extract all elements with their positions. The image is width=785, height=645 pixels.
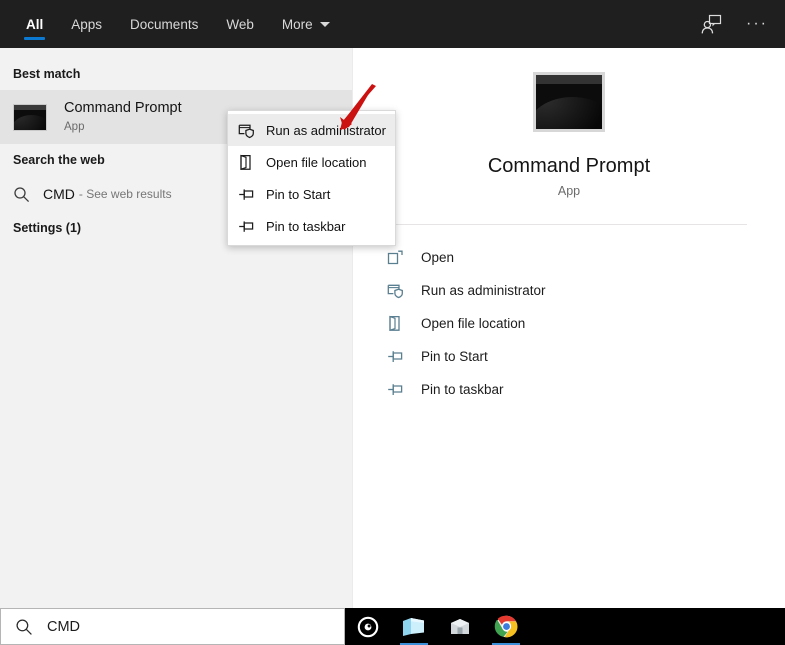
shield-window-icon (238, 122, 266, 139)
action-pin-to-taskbar[interactable]: Pin to taskbar (387, 373, 785, 406)
web-result-suffix: - See web results (78, 187, 172, 201)
ellipsis-icon: ··· (746, 15, 768, 32)
cortana-circle-icon (357, 616, 379, 637)
best-match-header: Best match (13, 67, 81, 81)
tab-more[interactable]: More (268, 0, 344, 48)
command-prompt-icon-large (533, 72, 605, 132)
pin-icon (238, 186, 266, 203)
action-run-as-administrator[interactable]: Run as administrator (387, 274, 785, 307)
action-pin-to-taskbar-label: Pin to taskbar (421, 382, 504, 397)
pin-icon (387, 348, 421, 365)
tab-web-label: Web (226, 16, 254, 32)
app-preview: Command Prompt App (353, 48, 785, 198)
folder-location-icon (387, 315, 421, 332)
action-pin-to-start[interactable]: Pin to Start (387, 340, 785, 373)
microsoft-store-icon (451, 618, 469, 634)
context-menu-item-pin-to-taskbar[interactable]: Pin to taskbar (228, 210, 395, 242)
tab-all-label: All (26, 16, 44, 32)
navbar-right-actions: ··· (697, 10, 785, 38)
taskbar-search-value: CMD (47, 618, 81, 635)
taskbar-search-box[interactable]: CMD (0, 608, 345, 645)
taskbar-button-store[interactable] (437, 608, 483, 645)
taskbar: CMD (0, 608, 785, 645)
person-feedback-icon (701, 14, 721, 33)
tab-documents[interactable]: Documents (116, 0, 212, 48)
search-icon (13, 186, 43, 203)
action-open-file-location[interactable]: Open file location (387, 307, 785, 340)
tab-apps-label: Apps (71, 16, 103, 32)
context-menu-item-pin-to-start-label: Pin to Start (266, 186, 331, 202)
taskbar-button-cortana[interactable] (345, 608, 391, 645)
taskbar-buttons (345, 608, 529, 645)
context-menu-item-pin-to-start[interactable]: Pin to Start (228, 178, 395, 210)
result-item-subtitle: App (64, 121, 85, 133)
more-options-button[interactable]: ··· (743, 10, 771, 38)
action-open-file-location-label: Open file location (421, 316, 526, 331)
app-action-list: Open Run as administrator Open file loca… (353, 225, 785, 406)
context-menu-item-pin-to-taskbar-label: Pin to taskbar (266, 218, 346, 234)
folder-location-icon (238, 154, 266, 171)
app-detail-right-pane: Command Prompt App Open Run as administr… (352, 48, 785, 608)
shield-window-icon (387, 282, 421, 299)
search-filter-navbar: All Apps Documents Web More ··· (0, 0, 785, 48)
app-preview-subtitle: App (557, 184, 581, 198)
file-explorer-icon (403, 617, 424, 636)
action-run-as-administrator-label: Run as administrator (421, 283, 546, 298)
pin-icon (238, 218, 266, 235)
result-item-title: Command Prompt (64, 100, 182, 116)
tab-apps[interactable]: Apps (57, 0, 116, 48)
context-menu-item-open-file-location[interactable]: Open file location (228, 146, 395, 178)
context-menu-item-open-file-location-label: Open file location (266, 154, 367, 170)
taskbar-button-file-explorer[interactable] (391, 608, 437, 645)
context-menu-item-run-as-administrator[interactable]: Run as administrator (228, 114, 395, 146)
app-preview-title: Command Prompt (487, 155, 651, 177)
chrome-icon (494, 615, 517, 638)
action-pin-to-start-label: Pin to Start (421, 349, 488, 364)
open-window-icon (387, 249, 421, 266)
search-flyout: All Apps Documents Web More ··· Best mat… (0, 0, 785, 608)
web-result-query: CMD (43, 186, 75, 202)
pin-icon (387, 381, 421, 398)
tab-web[interactable]: Web (212, 0, 268, 48)
chevron-down-icon (319, 21, 330, 27)
action-open[interactable]: Open (387, 241, 785, 274)
tab-all[interactable]: All (12, 0, 57, 48)
taskbar-button-chrome[interactable] (483, 608, 529, 645)
tab-documents-label: Documents (130, 16, 199, 32)
context-menu-item-run-as-administrator-label: Run as administrator (266, 122, 386, 138)
feedback-button[interactable] (697, 10, 725, 38)
windows-search-screen: All Apps Documents Web More ··· Best mat… (0, 0, 785, 645)
context-menu: Run as administrator Open file location … (227, 110, 396, 246)
result-item-text: Command Prompt App (64, 99, 182, 135)
command-prompt-icon (13, 103, 47, 131)
search-icon (15, 618, 33, 636)
action-open-label: Open (421, 250, 455, 265)
tab-more-label: More (281, 16, 313, 32)
